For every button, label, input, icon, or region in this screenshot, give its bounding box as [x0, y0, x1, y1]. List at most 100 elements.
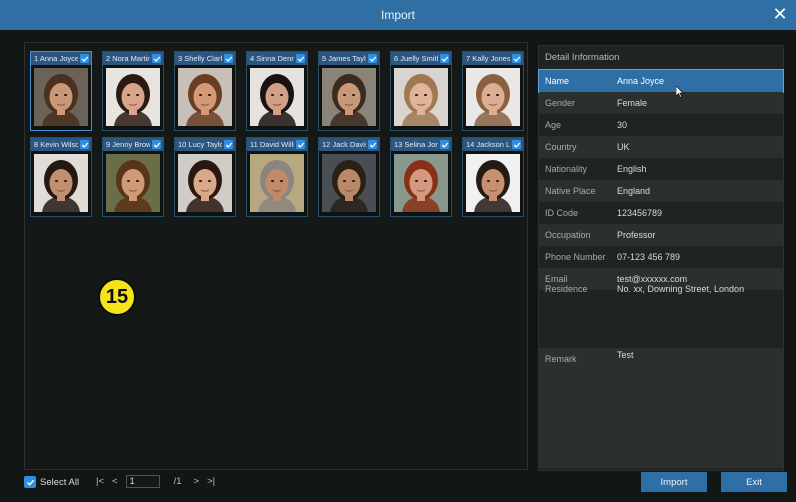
- face-card-header: 6 Juelly Smith: [391, 52, 451, 65]
- face-card-header: 12 Jack Davis: [319, 138, 379, 151]
- face-card-label: 1 Anna Joyce: [34, 54, 78, 63]
- face-card[interactable]: 9 Jenny Brown: [102, 137, 164, 217]
- detail-row-gender[interactable]: Gender Female: [539, 92, 783, 114]
- field-label: Age: [545, 120, 562, 130]
- pagination: |< < 1 /1 > >|: [96, 475, 215, 488]
- select-all-checkbox[interactable]: Select All: [24, 476, 79, 488]
- detail-row-phone-number[interactable]: Phone Number 07-123 456 789: [539, 246, 783, 268]
- field-value[interactable]: No. xx, Downing Street, London: [609, 284, 744, 346]
- face-checkbox[interactable]: [440, 140, 449, 149]
- detail-row-native-place[interactable]: Native Place England: [539, 180, 783, 202]
- face-checkbox[interactable]: [80, 54, 89, 63]
- face-card-header: 5 James Taylor: [319, 52, 379, 65]
- detail-row-remark[interactable]: Remark Test: [539, 348, 783, 468]
- field-label: Remark: [545, 354, 577, 364]
- face-photo: [322, 68, 376, 126]
- close-icon[interactable]: ✕: [770, 4, 790, 24]
- face-photo: [394, 68, 448, 126]
- face-card-label: 8 Kevin Wilson: [34, 140, 78, 149]
- field-label: Nationality: [545, 164, 588, 174]
- field-value[interactable]: Anna Joyce: [609, 76, 664, 86]
- field-value[interactable]: 30: [609, 120, 627, 130]
- detail-row-residence[interactable]: Residence No. xx, Downing Street, London: [539, 284, 783, 346]
- face-checkbox[interactable]: [296, 140, 305, 149]
- field-label: Residence: [545, 284, 588, 294]
- detail-row-country[interactable]: Country UK: [539, 136, 783, 158]
- title-bar: Import ✕: [0, 0, 796, 30]
- face-checkbox[interactable]: [512, 140, 521, 149]
- face-card-header: 3 Shelly Clark: [175, 52, 235, 65]
- detail-row-age[interactable]: Age 30: [539, 114, 783, 136]
- face-card[interactable]: 2 Nora Martin: [102, 51, 164, 131]
- face-card[interactable]: 3 Shelly Clark: [174, 51, 236, 131]
- face-card[interactable]: 13 Selina Jones: [390, 137, 452, 217]
- next-page-button[interactable]: >: [194, 476, 200, 487]
- face-card-header: 8 Kevin Wilson: [31, 138, 91, 151]
- annotation-marker: 15: [98, 278, 136, 316]
- face-card[interactable]: 11 David Williams: [246, 137, 308, 217]
- face-photo: [178, 154, 232, 212]
- select-all-label: Select All: [40, 476, 80, 488]
- face-checkbox[interactable]: [224, 54, 233, 63]
- face-checkbox[interactable]: [296, 54, 305, 63]
- field-value[interactable]: Female: [609, 98, 647, 108]
- face-card[interactable]: 14 Jackson Lee: [462, 137, 524, 217]
- face-card[interactable]: 5 James Taylor: [318, 51, 380, 131]
- face-photo: [178, 68, 232, 126]
- face-checkbox[interactable]: [440, 54, 449, 63]
- face-checkbox[interactable]: [224, 140, 233, 149]
- face-card-label: 9 Jenny Brown: [106, 140, 150, 149]
- face-photo: [466, 154, 520, 212]
- exit-button[interactable]: Exit: [721, 472, 787, 492]
- face-card[interactable]: 1 Anna Joyce: [30, 51, 92, 131]
- face-checkbox[interactable]: [80, 140, 89, 149]
- prev-page-button[interactable]: <: [112, 476, 118, 487]
- face-card-label: 6 Juelly Smith: [394, 54, 438, 63]
- face-card-label: 7 Kally Jones: [466, 54, 510, 63]
- window-title: Import: [380, 8, 415, 22]
- field-value[interactable]: 07-123 456 789: [609, 252, 680, 262]
- face-card[interactable]: 10 Lucy Taylor: [174, 137, 236, 217]
- face-card-label: 3 Shelly Clark: [178, 54, 222, 63]
- field-label: ID Code: [545, 208, 579, 218]
- face-photo: [34, 154, 88, 212]
- mouse-cursor-icon: [675, 85, 684, 101]
- face-card-label: 13 Selina Jones: [394, 140, 438, 149]
- field-label: Country: [545, 142, 577, 152]
- face-checkbox[interactable]: [152, 140, 161, 149]
- last-page-button[interactable]: >|: [207, 476, 215, 487]
- detail-panel: Detail Information Name Anna Joyce Gender F…: [538, 45, 784, 471]
- face-card[interactable]: 8 Kevin Wilson: [30, 137, 92, 217]
- face-checkbox[interactable]: [512, 54, 521, 63]
- face-card[interactable]: 12 Jack Davis: [318, 137, 380, 217]
- face-checkbox[interactable]: [368, 54, 377, 63]
- face-card-label: 5 James Taylor: [322, 54, 366, 63]
- face-card[interactable]: 7 Kally Jones: [462, 51, 524, 131]
- face-checkbox[interactable]: [368, 140, 377, 149]
- face-photo: [250, 68, 304, 126]
- field-value[interactable]: UK: [609, 142, 630, 152]
- field-value[interactable]: England: [609, 186, 650, 196]
- import-button[interactable]: Import: [641, 472, 707, 492]
- face-grid: 1 Anna Joyce 2 Nora Martin 3 Shelly Clark 4…: [24, 42, 528, 470]
- detail-row-occupation[interactable]: Occupation Professor: [539, 224, 783, 246]
- detail-row-name[interactable]: Name Anna Joyce: [538, 69, 784, 93]
- face-card-header: 14 Jackson Lee: [463, 138, 523, 151]
- field-value[interactable]: English: [609, 164, 647, 174]
- face-card-header: 1 Anna Joyce: [31, 52, 91, 65]
- page-input[interactable]: 1: [125, 475, 160, 488]
- field-value[interactable]: 123456789: [609, 208, 662, 218]
- field-value[interactable]: Test: [609, 348, 634, 468]
- face-photo: [466, 68, 520, 126]
- first-page-button[interactable]: |<: [96, 476, 104, 487]
- detail-row-nationality[interactable]: Nationality English: [539, 158, 783, 180]
- face-card[interactable]: 4 Sinna Dennis: [246, 51, 308, 131]
- field-label: Occupation: [545, 230, 591, 240]
- field-value[interactable]: test@xxxxxx.com: [609, 274, 687, 284]
- face-card-header: 11 David Williams: [247, 138, 307, 151]
- field-value[interactable]: Professor: [609, 230, 656, 240]
- face-card[interactable]: 6 Juelly Smith: [390, 51, 452, 131]
- face-checkbox[interactable]: [152, 54, 161, 63]
- face-card-label: 2 Nora Martin: [106, 54, 150, 63]
- detail-row-id-code[interactable]: ID Code 123456789: [539, 202, 783, 224]
